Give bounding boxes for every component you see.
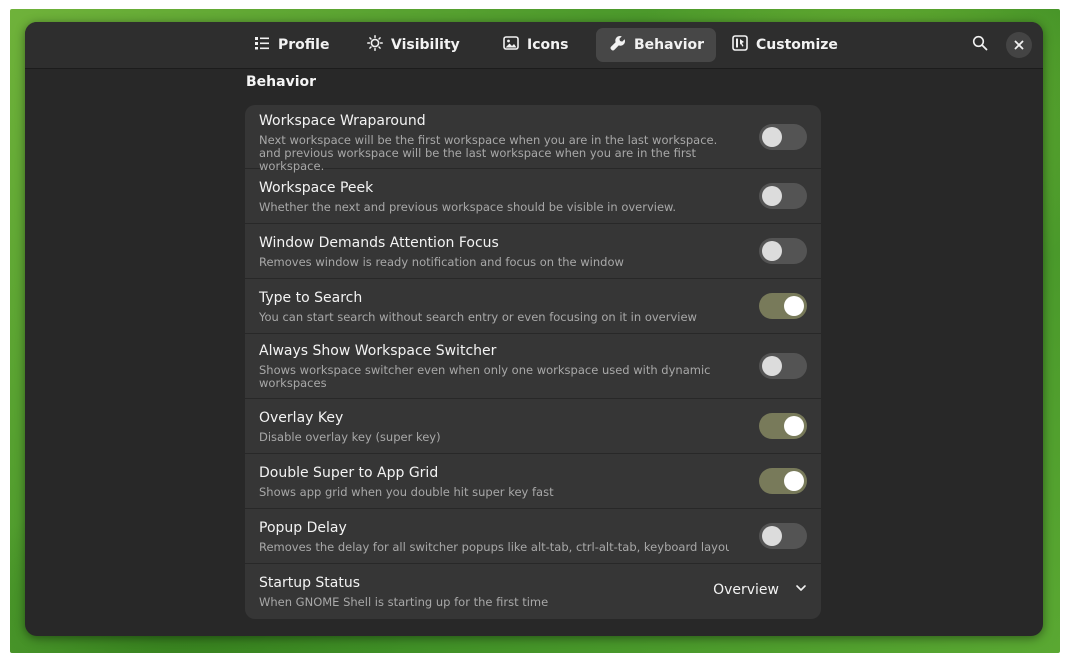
app-window: Profile Visibility Icons Behavior Custom	[25, 22, 1043, 636]
row-title: Popup Delay	[259, 520, 347, 536]
row-popup-delay: Popup Delay Removes the delay for all sw…	[245, 509, 821, 564]
row-subtitle: When GNOME Shell is starting up for the …	[259, 596, 549, 609]
tab-label: Profile	[278, 37, 330, 53]
toggle-workspace-wraparound[interactable]	[759, 124, 807, 150]
wrench-icon	[610, 35, 626, 55]
toggle-knob	[784, 296, 804, 316]
row-title: Window Demands Attention Focus	[259, 235, 499, 251]
toggle-overlay-key[interactable]	[759, 413, 807, 439]
row-window-demands-attention: Window Demands Attention Focus Removes w…	[245, 224, 821, 279]
toggle-window-demands-attention[interactable]	[759, 238, 807, 264]
tab-label: Customize	[756, 37, 838, 53]
row-subtitle: Removes the delay for all switcher popup…	[259, 541, 729, 554]
tab-profile[interactable]: Profile	[240, 28, 343, 62]
toggle-always-show-workspace-switcher[interactable]	[759, 353, 807, 379]
toggle-popup-delay[interactable]	[759, 523, 807, 549]
sun-icon	[367, 35, 383, 55]
row-title: Workspace Peek	[259, 180, 374, 196]
dropdown-value: Overview	[713, 582, 779, 598]
toggle-knob	[762, 241, 782, 261]
tab-behavior[interactable]: Behavior	[596, 28, 716, 62]
tab-icons[interactable]: Icons	[489, 28, 582, 62]
tab-label: Icons	[527, 37, 569, 53]
row-double-super-app-grid: Double Super to App Grid Shows app grid …	[245, 454, 821, 509]
toggle-knob	[762, 526, 782, 546]
tab-label: Visibility	[391, 37, 460, 53]
toggle-knob	[762, 127, 782, 147]
row-subtitle: Shows app grid when you double hit super…	[259, 486, 554, 499]
toggle-knob	[762, 186, 782, 206]
close-icon	[1013, 36, 1025, 55]
search-button[interactable]	[967, 32, 993, 58]
toggle-knob	[784, 471, 804, 491]
row-subtitle: Removes window is ready notification and…	[259, 256, 624, 269]
row-subtitle: Next workspace will be the first workspa…	[259, 134, 718, 173]
tab-label: Behavior	[634, 37, 705, 53]
toggle-knob	[762, 356, 782, 376]
row-title: Type to Search	[259, 290, 363, 306]
row-always-show-workspace-switcher: Always Show Workspace Switcher Shows wor…	[245, 334, 821, 399]
section-title: Behavior	[246, 74, 317, 90]
image-icon	[503, 35, 519, 55]
search-icon	[972, 35, 988, 55]
row-subtitle: Shows workspace switcher even when only …	[259, 364, 711, 390]
row-title: Startup Status	[259, 575, 361, 591]
preferences-page: Behavior Workspace Wraparound Next works…	[25, 70, 1043, 636]
row-title: Workspace Wraparound	[259, 113, 426, 129]
header-bar: Profile Visibility Icons Behavior Custom	[25, 22, 1043, 69]
row-workspace-wraparound: Workspace Wraparound Next workspace will…	[245, 105, 821, 173]
row-subtitle: You can start search without search entr…	[259, 311, 697, 324]
row-type-to-search: Type to Search You can start search with…	[245, 279, 821, 334]
toggle-workspace-peek[interactable]	[759, 183, 807, 209]
row-title: Overlay Key	[259, 410, 344, 426]
startup-status-dropdown[interactable]: Overview	[713, 582, 807, 598]
tab-visibility[interactable]: Visibility	[353, 28, 474, 62]
row-subtitle: Whether the next and previous workspace …	[259, 201, 677, 214]
row-subtitle: Disable overlay key (super key)	[259, 431, 441, 444]
toggle-type-to-search[interactable]	[759, 293, 807, 319]
toggle-double-super-app-grid[interactable]	[759, 468, 807, 494]
row-workspace-peek: Workspace Peek Whether the next and prev…	[245, 169, 821, 224]
tab-customize[interactable]: Customize	[718, 28, 852, 62]
list-icon	[254, 35, 270, 55]
row-overlay-key: Overlay Key Disable overlay key (super k…	[245, 399, 821, 454]
chevron-down-icon	[795, 582, 807, 598]
toggle-knob	[784, 416, 804, 436]
behavior-list: Workspace Wraparound Next workspace will…	[245, 105, 821, 619]
row-startup-status: Startup Status When GNOME Shell is start…	[245, 564, 821, 619]
row-title: Always Show Workspace Switcher	[259, 343, 497, 359]
customize-icon	[732, 35, 748, 55]
close-button[interactable]	[1006, 32, 1032, 58]
row-title: Double Super to App Grid	[259, 465, 439, 481]
